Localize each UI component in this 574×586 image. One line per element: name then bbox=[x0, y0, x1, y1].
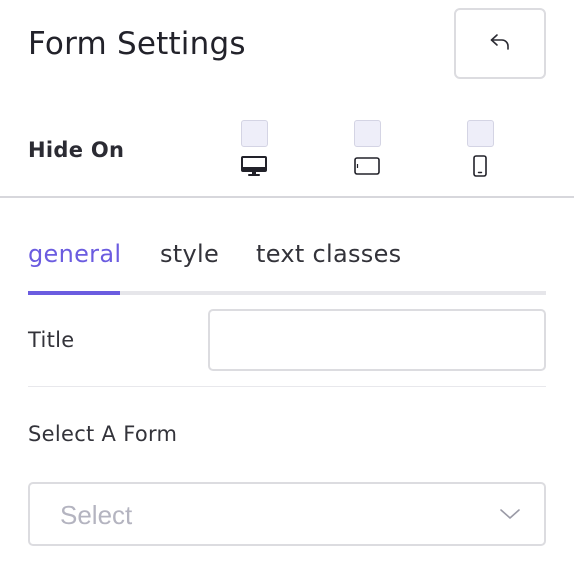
title-input[interactable] bbox=[208, 309, 546, 371]
tab-general[interactable]: general bbox=[28, 240, 121, 268]
page-title: Form Settings bbox=[28, 26, 246, 62]
mobile-icon bbox=[472, 155, 488, 177]
form-settings-panel: Form Settings Hide On general style text… bbox=[0, 0, 574, 586]
section-divider bbox=[0, 196, 574, 198]
undo-button[interactable] bbox=[454, 8, 546, 79]
tab-text-classes[interactable]: text classes bbox=[256, 240, 401, 268]
settings-tabs: general style text classes bbox=[28, 240, 546, 296]
select-form-label: Select A Form bbox=[28, 422, 178, 446]
hide-on-tablet bbox=[352, 120, 382, 177]
mobile-checkbox[interactable] bbox=[466, 120, 494, 147]
row-divider bbox=[28, 386, 546, 387]
form-select-dropdown[interactable]: Select bbox=[28, 482, 546, 546]
active-tab-indicator bbox=[28, 291, 120, 295]
hide-on-desktop bbox=[239, 120, 269, 177]
tablet-checkbox[interactable] bbox=[353, 120, 381, 147]
title-field-label: Title bbox=[28, 328, 75, 352]
hide-on-label: Hide On bbox=[28, 138, 125, 162]
select-placeholder: Select bbox=[60, 500, 133, 530]
desktop-checkbox[interactable] bbox=[240, 120, 268, 147]
undo-icon bbox=[486, 28, 514, 59]
chevron-down-icon bbox=[498, 506, 522, 522]
hide-on-mobile bbox=[465, 120, 495, 177]
tab-style[interactable]: style bbox=[160, 240, 219, 268]
tablet-icon bbox=[353, 155, 381, 177]
desktop-icon bbox=[240, 155, 268, 177]
